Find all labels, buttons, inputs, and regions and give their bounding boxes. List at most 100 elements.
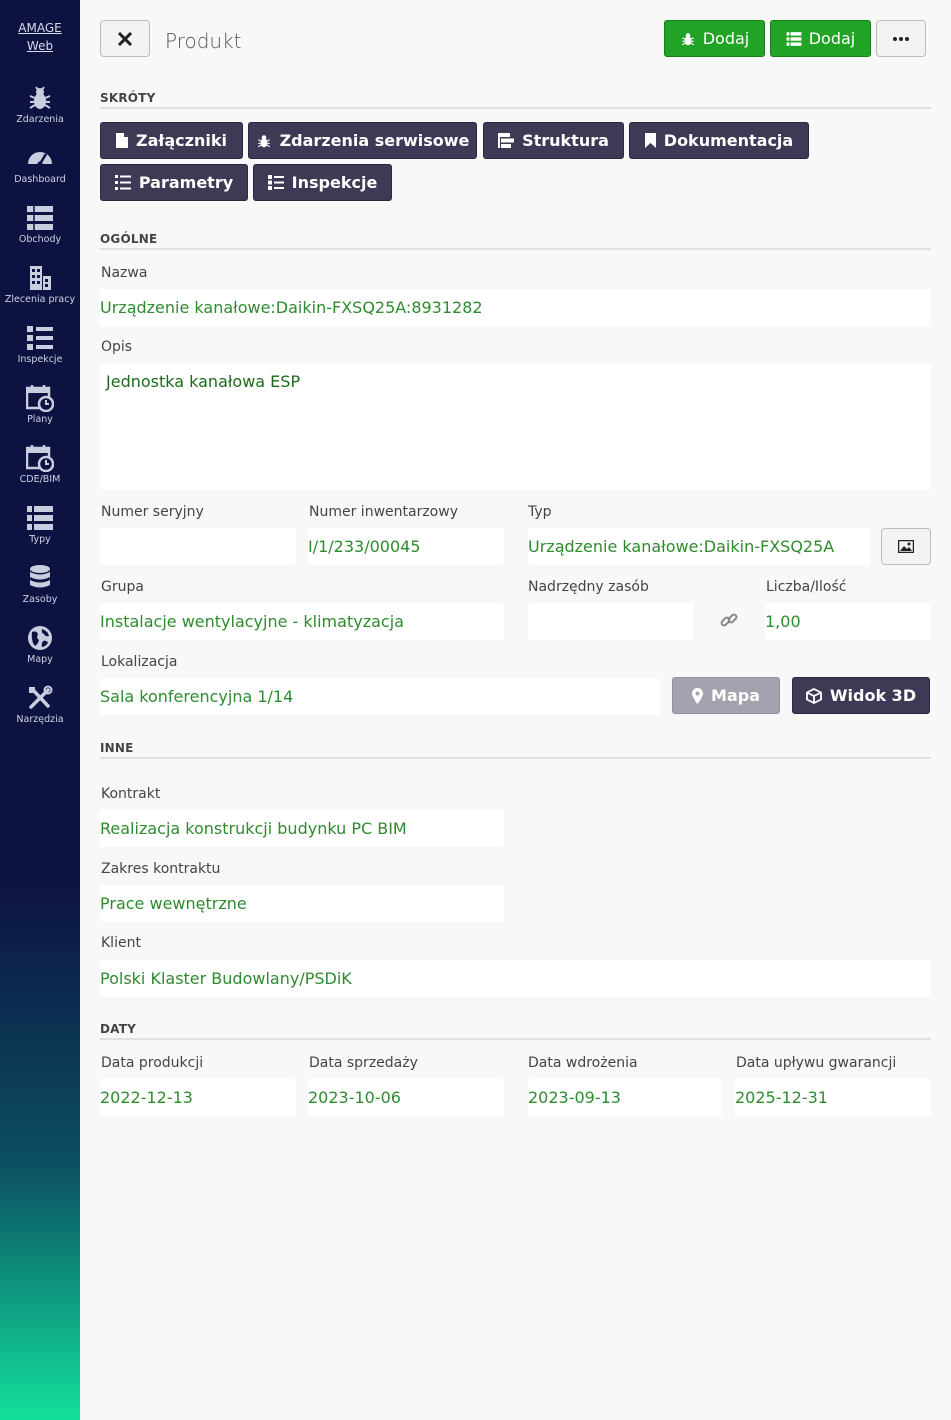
parent-asset-field[interactable] <box>528 603 693 640</box>
name-label: Nazwa <box>101 265 148 281</box>
contract-field[interactable]: Realizacja konstrukcji budynku PC BIM <box>100 810 504 847</box>
gauge-icon <box>28 152 52 167</box>
brand-line-2: Web <box>26 39 54 53</box>
sidebar-item-zdarzenia[interactable]: Zdarzenia <box>0 84 80 144</box>
image-icon <box>898 540 914 553</box>
bug-icon <box>29 86 51 109</box>
shortcut-parameters-button[interactable]: Parametry <box>100 164 248 201</box>
file-icon <box>116 133 129 148</box>
cube-icon <box>805 687 822 704</box>
contract-scope-label: Zakres kontraktu <box>101 861 221 877</box>
location-label: Lokalizacja <box>101 654 178 670</box>
building-icon <box>30 266 51 290</box>
warranty-date-field[interactable]: 2025-12-31 <box>735 1079 931 1116</box>
shortcut-structure-button[interactable]: Struktura <box>483 122 624 159</box>
map-button-label: Mapa <box>711 686 760 705</box>
sidebar-item-dashboard[interactable]: Dashboard <box>0 144 80 204</box>
sidebar-item-label: Obchody <box>18 234 62 245</box>
bug-icon <box>257 134 270 147</box>
location-field[interactable]: Sala konferencyjna 1/14 <box>100 678 660 715</box>
sidebar-item-label: Dashboard <box>14 174 66 185</box>
type-field[interactable]: Urządzenie kanałowe:Daikin-FXSQ25A <box>528 528 870 565</box>
add-list-label: Dodaj <box>808 29 856 48</box>
sidebar-item-typy[interactable]: Typy <box>0 504 80 564</box>
deploy-date-field[interactable]: 2023-09-13 <box>528 1079 722 1116</box>
calendar-clock-icon <box>26 445 54 472</box>
section-other-title: INNE <box>100 741 134 755</box>
close-button[interactable] <box>100 20 150 57</box>
inventory-number-field[interactable]: I/1/233/00045 <box>308 528 504 565</box>
ellipsis-icon <box>893 36 909 41</box>
contract-scope-field[interactable]: Prace wewnętrzne <box>100 885 504 922</box>
sidebar-item-label: Zlecenia pracy <box>4 294 76 305</box>
name-field[interactable]: Urządzenie kanałowe:Daikin-FXSQ25A:89312… <box>100 289 931 326</box>
add-list-button[interactable]: Dodaj <box>770 20 871 57</box>
brand-line-1: AMAGE <box>18 21 62 35</box>
shortcut-label: Parametry <box>138 173 234 192</box>
shortcut-inspections-button[interactable]: Inspekcje <box>253 164 392 201</box>
add-event-label: Dodaj <box>702 29 750 48</box>
description-field[interactable]: Jednostka kanałowa ESP <box>100 364 931 490</box>
list-icon <box>786 31 802 46</box>
sidebar-item-zasoby[interactable]: Zasoby <box>0 564 80 624</box>
section-dates-title: DATY <box>100 1022 136 1036</box>
shortcut-label: Inspekcje <box>291 173 378 192</box>
sidebar-item-plany[interactable]: Plany <box>0 384 80 444</box>
group-field[interactable]: Instalacje wentylacyjne - klimatyzacja <box>100 603 504 640</box>
type-label: Typ <box>528 504 552 520</box>
link-icon[interactable] <box>720 611 738 629</box>
shortcut-attachments-button[interactable]: Załączniki <box>100 122 243 159</box>
sidebar-item-label: Zasoby <box>22 594 58 605</box>
sidebar-item-zlecenia-pracy[interactable]: Zlecenia pracy <box>0 264 80 324</box>
shortcut-label: Zdarzenia serwisowe <box>279 131 470 150</box>
serial-number-field[interactable] <box>100 528 296 565</box>
sidebar-item-mapy[interactable]: Mapy <box>0 624 80 684</box>
calendar-clock-icon <box>26 385 54 412</box>
sidebar-item-obchody[interactable]: Obchody <box>0 204 80 264</box>
sidebar-item-label: Typy <box>29 534 51 545</box>
serial-number-label: Numer seryjny <box>101 504 204 520</box>
list-icon <box>27 206 53 230</box>
bug-icon <box>681 32 694 45</box>
bookmark-icon <box>644 133 656 148</box>
brand-link[interactable]: AMAGE Web <box>0 19 80 55</box>
sidebar-item-label: CDE/BIM <box>19 474 61 485</box>
production-date-field[interactable]: 2022-12-13 <box>100 1079 296 1116</box>
shortcut-label: Dokumentacja <box>663 131 794 150</box>
sidebar-item-label: Zdarzenia <box>16 114 64 125</box>
view-3d-label: Widok 3D <box>829 686 917 705</box>
sidebar-item-inspekcje[interactable]: Inspekcje <box>0 324 80 384</box>
client-label: Klient <box>101 935 141 951</box>
sidebar-item-cde-bim[interactable]: CDE/BIM <box>0 444 80 504</box>
section-divider <box>100 248 931 250</box>
section-general-title: OGÓLNE <box>100 232 158 246</box>
section-divider <box>100 757 931 759</box>
list-icon <box>114 175 131 190</box>
list-icon <box>27 506 53 530</box>
section-shortcuts-title: SKRÓTY <box>100 91 156 105</box>
inventory-number-label: Numer inwentarzowy <box>309 504 458 520</box>
main-content: Produkt Dodaj Dodaj SKRÓTY Załączniki Zd… <box>80 0 951 1420</box>
client-field[interactable]: Polski Klaster Budowlany/PSDiK <box>100 960 931 997</box>
description-label: Opis <box>101 339 133 355</box>
view-3d-button[interactable]: Widok 3D <box>792 677 930 714</box>
sidebar-item-label: Plany <box>27 414 53 425</box>
map-marker-icon <box>692 687 704 704</box>
deploy-date-label: Data wdrożenia <box>528 1055 638 1071</box>
add-event-button[interactable]: Dodaj <box>664 20 765 57</box>
map-button[interactable]: Mapa <box>672 677 780 714</box>
quantity-label: Liczba/Ilość <box>766 579 847 595</box>
shortcut-documentation-button[interactable]: Dokumentacja <box>629 122 809 159</box>
parent-asset-label: Nadrzędny zasób <box>528 579 649 595</box>
more-options-button[interactable] <box>876 20 926 57</box>
close-icon <box>118 31 132 46</box>
checklist-icon <box>27 326 53 350</box>
sale-date-field[interactable]: 2023-10-06 <box>308 1079 504 1116</box>
shortcut-service-events-button[interactable]: Zdarzenia serwisowe <box>248 122 477 159</box>
quantity-field[interactable]: 1,00 <box>765 603 931 640</box>
globe-icon <box>28 626 52 650</box>
warranty-date-label: Data upływu gwarancji <box>736 1055 897 1071</box>
sidebar-item-label: Mapy <box>27 654 53 665</box>
sidebar-item-narzedzia[interactable]: Narzędzia <box>0 684 80 744</box>
type-image-button[interactable] <box>881 528 931 565</box>
